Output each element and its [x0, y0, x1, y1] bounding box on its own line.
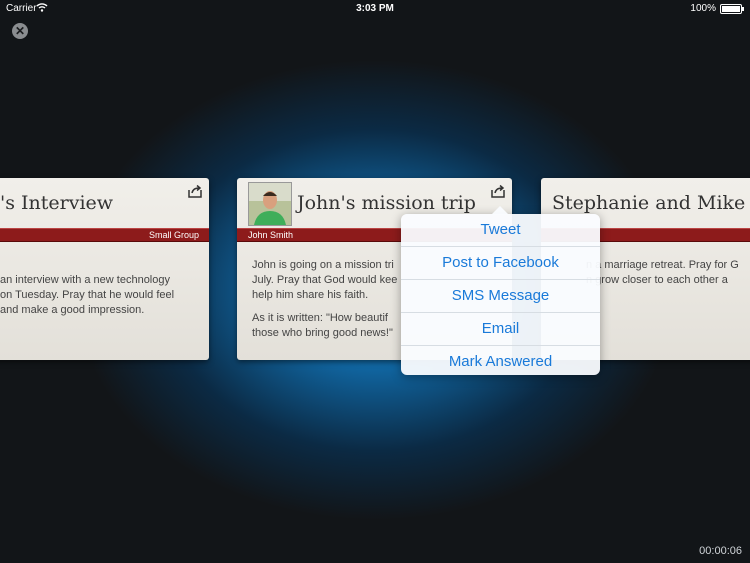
card-title: Stephanie and Mike	[552, 192, 746, 214]
elapsed-timer: 00:00:06	[699, 545, 742, 557]
post-to-facebook-option[interactable]: Post to Facebook	[401, 247, 600, 280]
battery-icon	[720, 4, 744, 14]
card-paragraph: John is going on a mission tri July. Pra…	[252, 259, 398, 301]
card-body: John is going on a mission tri July. Pra…	[252, 258, 397, 349]
share-icon[interactable]	[187, 184, 203, 198]
tweet-option[interactable]: Tweet	[401, 214, 600, 247]
battery-percent: 100%	[690, 3, 716, 14]
share-icon[interactable]	[490, 184, 506, 198]
avatar	[248, 182, 292, 226]
sms-message-option[interactable]: SMS Message	[401, 280, 600, 313]
group-ribbon: Small Group	[0, 228, 209, 242]
card-body: n a marriage retreat. Pray for G n grow …	[586, 258, 739, 296]
clock: 3:03 PM	[356, 3, 394, 14]
email-option[interactable]: Email	[401, 313, 600, 346]
ribbon-label: John Smith	[248, 230, 294, 240]
ribbon-label: Small Group	[148, 230, 199, 240]
card-paragraph: an interview with a new technology on Tu…	[0, 274, 175, 316]
prayer-card-left[interactable]: 's Interview Small Group an interview wi…	[0, 178, 209, 360]
card-paragraph: As it is written: "How beautif those who…	[252, 312, 393, 339]
close-icon[interactable]: ✕	[12, 23, 28, 39]
card-title: 's Interview	[0, 192, 114, 214]
card-paragraph: n a marriage retreat. Pray for G n grow …	[586, 259, 739, 286]
share-popover: Tweet Post to Facebook SMS Message Email…	[401, 206, 600, 378]
card-body: an interview with a new technology on Tu…	[0, 258, 174, 341]
card-title: John's mission trip	[297, 192, 476, 214]
mark-answered-option[interactable]: Mark Answered	[401, 346, 600, 378]
status-bar: Carrier 3:03 PM 100%	[0, 0, 750, 16]
